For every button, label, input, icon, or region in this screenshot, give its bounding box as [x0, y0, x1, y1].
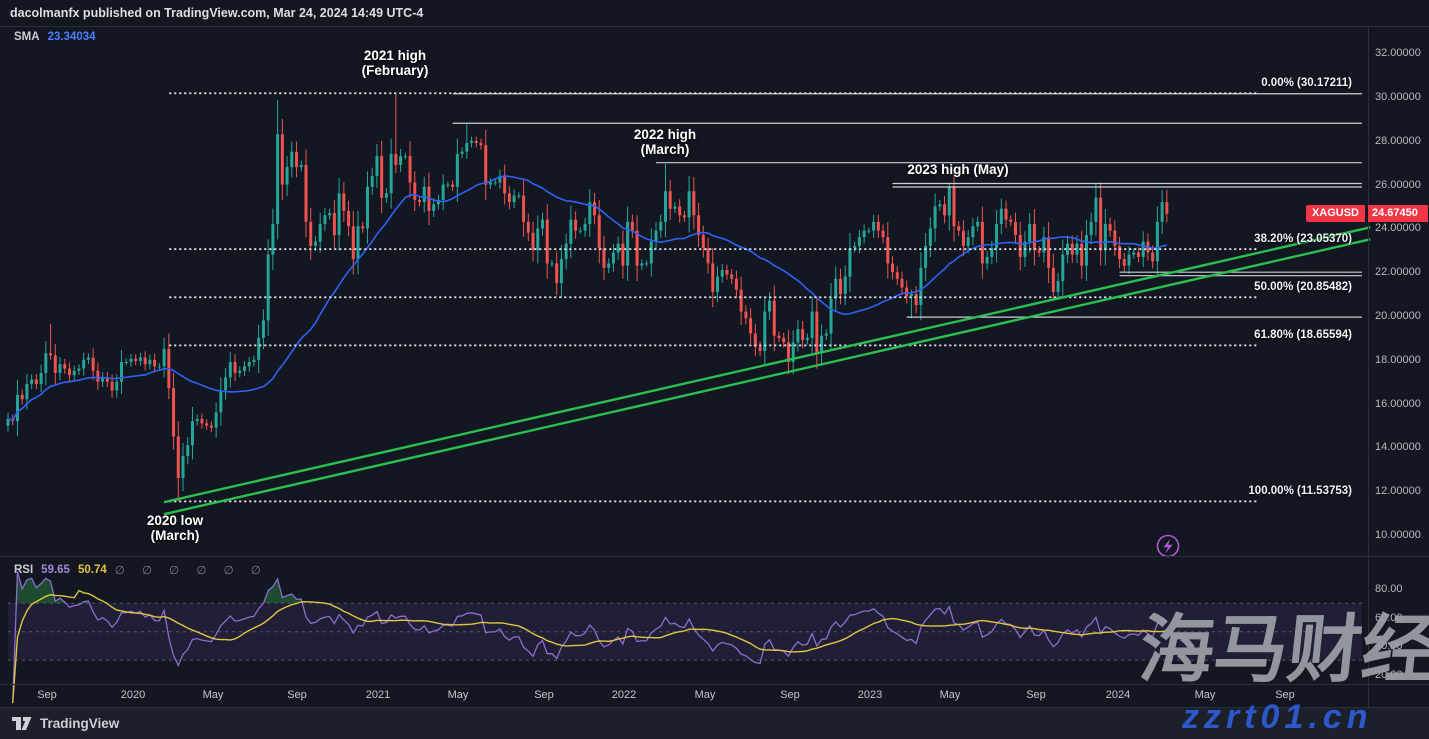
rsi-label: RSI	[14, 564, 33, 576]
fib-label[interactable]: 61.80% (18.65594)	[1254, 329, 1352, 341]
time-axis-label: May	[191, 689, 235, 701]
fib-label[interactable]: 38.20% (23.05370)	[1254, 233, 1352, 245]
chart-annotation[interactable]: 2023 high (May)	[863, 162, 1053, 177]
price-axis-label: 14.00000	[1375, 441, 1421, 453]
time-axis-label: 2020	[111, 689, 155, 701]
header-divider	[0, 26, 1429, 27]
sma-label: SMA	[14, 31, 40, 43]
watermark-url: zzrt01.cn	[1182, 698, 1373, 737]
trend-channel-line[interactable]	[164, 227, 1370, 502]
rsi-axis-label: 80.00	[1375, 583, 1403, 595]
tradingview-chart-screen: dacolmanfx published on TradingView.com,…	[0, 0, 1429, 739]
fib-label[interactable]: 50.00% (20.85482)	[1254, 281, 1352, 293]
price-axis-label: 24.00000	[1375, 222, 1421, 234]
price-axis-label: 32.00000	[1375, 47, 1421, 59]
rsi-ma-value: 50.74	[78, 564, 107, 576]
rsi-legend[interactable]: RSI 59.65 50.74 ∅ ∅ ∅ ∅ ∅ ∅	[14, 563, 268, 577]
pane-divider[interactable]	[0, 556, 1429, 557]
time-axis-label: Sep	[275, 689, 319, 701]
sma-value: 23.34034	[48, 31, 96, 43]
rsi-empty-values: ∅ ∅ ∅ ∅ ∅ ∅	[115, 563, 268, 577]
chart-annotation[interactable]: 2021 high (February)	[300, 48, 490, 78]
price-axis-label: 18.00000	[1375, 354, 1421, 366]
sma-legend[interactable]: SMA 23.34034	[14, 31, 96, 43]
chart-annotation[interactable]: 2020 low (March)	[80, 513, 270, 543]
price-axis-label: 30.00000	[1375, 91, 1421, 103]
fib-label[interactable]: 100.00% (11.53753)	[1248, 485, 1352, 497]
time-axis-label: Sep	[522, 689, 566, 701]
price-axis-label: 22.00000	[1375, 266, 1421, 278]
watermark-chinese: 海马财经	[1136, 608, 1429, 692]
price-axis-label: 28.00000	[1375, 135, 1421, 147]
chart-annotation[interactable]: 2022 high (March)	[570, 127, 760, 157]
price-axis-label: 26.00000	[1375, 179, 1421, 191]
time-axis-label: May	[436, 689, 480, 701]
tradingview-brand[interactable]: TradingView	[40, 716, 119, 731]
fib-label[interactable]: 0.00% (30.17211)	[1261, 77, 1352, 89]
price-label-value: 24.67450	[1368, 205, 1428, 222]
price-axis-label: 16.00000	[1375, 398, 1421, 410]
time-axis-label: 2022	[602, 689, 646, 701]
time-axis-label: May	[683, 689, 727, 701]
time-axis-label: 2021	[356, 689, 400, 701]
trend-channel-line[interactable]	[164, 239, 1370, 514]
price-axis-label: 20.00000	[1375, 310, 1421, 322]
publish-header: dacolmanfx published on TradingView.com,…	[10, 6, 423, 20]
price-axis-label: 12.00000	[1375, 485, 1421, 497]
sma-line	[8, 176, 1167, 420]
time-axis-label: Sep	[1014, 689, 1058, 701]
time-axis-label: May	[928, 689, 972, 701]
time-axis-label: Sep	[25, 689, 69, 701]
tradingview-logo-icon[interactable]	[12, 717, 32, 731]
price-label-symbol: XAGUSD	[1306, 205, 1365, 222]
time-axis-label: 2024	[1096, 689, 1140, 701]
price-axis-label: 10.00000	[1375, 529, 1421, 541]
time-axis-label: 2023	[848, 689, 892, 701]
rsi-value: 59.65	[41, 564, 70, 576]
lightning-tool-icon[interactable]	[1158, 536, 1179, 557]
time-axis-label: Sep	[768, 689, 812, 701]
